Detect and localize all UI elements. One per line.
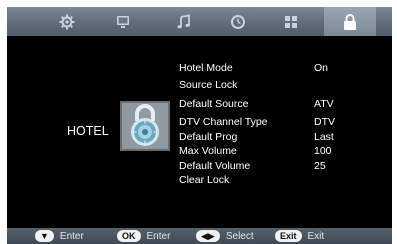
- menu-item-default-prog[interactable]: Default Prog Last: [179, 130, 379, 144]
- menu-item-default-volume[interactable]: Default Volume 25: [179, 159, 379, 173]
- menu-item-label: DTV Channel Type: [179, 116, 268, 128]
- menu-item-value: DTV: [314, 116, 335, 128]
- menu-item-default-source[interactable]: Default Source ATV: [179, 97, 379, 111]
- music-note-icon[interactable]: [175, 13, 193, 31]
- hint-text: Enter: [59, 230, 84, 242]
- exit-key-icon: Exit: [275, 230, 302, 242]
- menu-item-label: Default Source: [179, 98, 249, 110]
- hint-down-enter: ▼ Enter: [35, 230, 84, 242]
- hotel-section-title: HOTEL: [67, 124, 109, 138]
- menu-item-label: Source Lock: [179, 79, 238, 91]
- monitor-icon[interactable]: [114, 13, 132, 31]
- menu-item-hotel-mode[interactable]: Hotel Mode On: [179, 61, 379, 75]
- menu-item-value: 100: [314, 145, 332, 157]
- menu-item-value: On: [314, 62, 329, 74]
- menu-item-clear-lock[interactable]: Clear Lock: [179, 173, 379, 187]
- clock-icon[interactable]: [229, 13, 247, 31]
- lock-icon[interactable]: [341, 13, 359, 31]
- menu-item-max-volume[interactable]: Max Volume 100: [179, 144, 379, 158]
- hint-ok-enter: OK Enter: [117, 230, 170, 242]
- combination-lock-icon: [120, 101, 170, 151]
- menu-item-value: Last: [314, 131, 334, 143]
- menu-item-value: ATV: [314, 98, 334, 110]
- gear-icon[interactable]: [58, 13, 76, 31]
- menu-item-label: Default Volume: [179, 160, 251, 172]
- tv-menu-screen: HOTEL Hotel Mode On Source Lock Default …: [7, 7, 392, 244]
- menu-item-label: Max Volume: [179, 145, 237, 157]
- menu-item-source-lock[interactable]: Source Lock: [179, 78, 379, 92]
- left-right-key-icon: ◀▶: [196, 230, 220, 242]
- menu-item-label: Hotel Mode: [179, 62, 233, 74]
- hint-exit: Exit Exit: [275, 230, 324, 242]
- grid-icon[interactable]: [282, 13, 300, 31]
- menu-item-value: 25: [314, 160, 326, 172]
- key-hint-bar: ▼ Enter OK Enter ◀▶ Select Exit Exit: [7, 228, 392, 244]
- menu-item-dtv-channel-type[interactable]: DTV Channel Type DTV: [179, 115, 379, 129]
- ok-key-icon: OK: [117, 230, 141, 242]
- hint-text: Enter: [146, 230, 171, 242]
- menu-item-label: Default Prog: [179, 131, 238, 143]
- hint-text: Exit: [307, 230, 325, 242]
- hint-text: Select: [225, 230, 254, 242]
- hint-left-right-select: ◀▶ Select: [196, 230, 254, 242]
- menu-item-label: Clear Lock: [179, 174, 230, 186]
- menu-tab-bar: [7, 7, 392, 36]
- down-key-icon: ▼: [35, 230, 54, 242]
